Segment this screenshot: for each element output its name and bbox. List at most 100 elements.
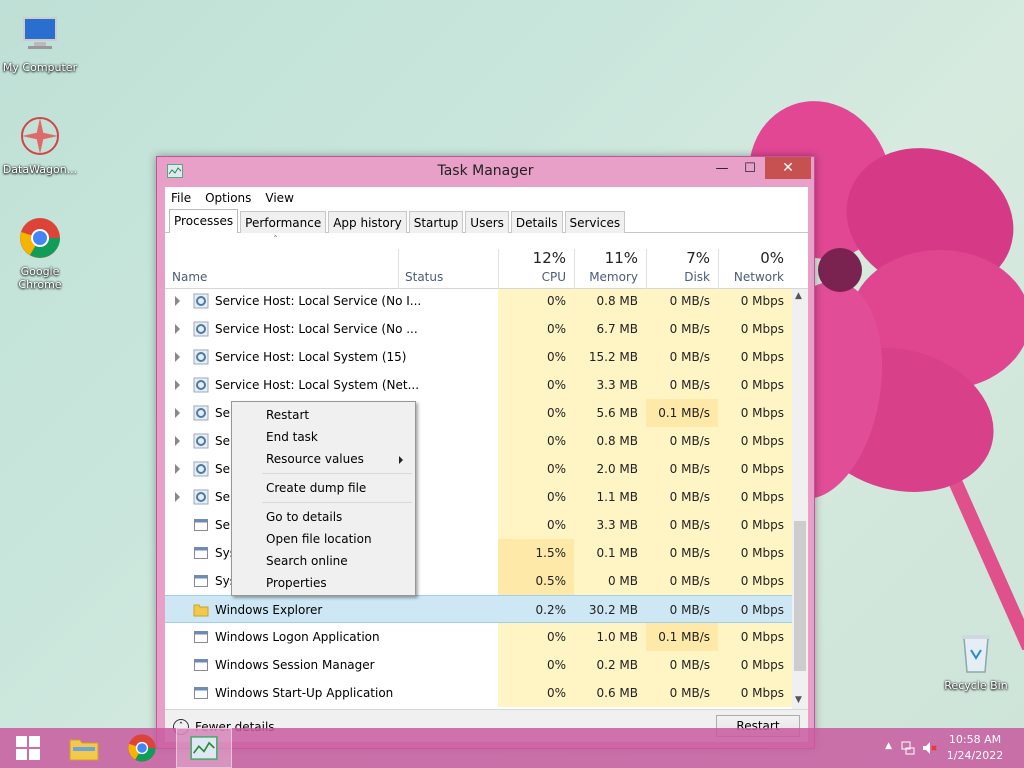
ctx-go-to-details[interactable]: Go to details — [234, 506, 413, 528]
taskbar-file-explorer[interactable] — [56, 728, 112, 768]
cpu-label: CPU — [541, 270, 566, 284]
memory-percent: 11% — [604, 249, 638, 267]
ctx-restart[interactable]: Restart — [234, 404, 413, 426]
desktop-icon-label: My Computer — [2, 61, 78, 74]
process-memory: 0.8 MB — [574, 289, 646, 315]
desktop-icon-datawagon[interactable]: DataWagon... — [0, 114, 80, 176]
desktop-icon-recycle-bin[interactable]: Recycle Bin — [936, 630, 1016, 692]
table-row[interactable]: Windows Start-Up Application 0% 0.6 MB 0 MB… — [165, 679, 792, 707]
process-disk: 0 MB/s — [646, 427, 718, 455]
scroll-up-icon[interactable]: ▲ — [795, 291, 802, 301]
tab-performance[interactable]: Performance — [240, 211, 327, 233]
folder-icon — [193, 604, 209, 617]
ctx-resource-values[interactable]: Resource values — [234, 448, 413, 470]
process-name: Windows Explorer — [215, 603, 323, 617]
tab-details[interactable]: Details — [510, 211, 563, 233]
title-bar[interactable]: Task Manager — ☐ ✕ — [157, 157, 814, 187]
desktop-icon-my-computer[interactable]: My Computer — [0, 12, 80, 74]
header-disk[interactable]: 7% Disk — [646, 233, 718, 289]
taskbar-chrome[interactable] — [114, 728, 170, 768]
process-network: 0 Mbps — [740, 603, 784, 617]
datawagon-icon — [21, 117, 59, 155]
expand-chevron-icon[interactable] — [175, 380, 180, 390]
process-disk: 0 MB/s — [646, 567, 718, 595]
process-network: 0 Mbps — [718, 679, 792, 707]
gear-icon — [193, 405, 209, 421]
scroll-down-icon[interactable]: ▼ — [795, 695, 802, 705]
start-button[interactable] — [0, 728, 56, 768]
process-network: 0 Mbps — [718, 315, 792, 343]
ctx-search-online[interactable]: Search online — [234, 550, 413, 572]
process-name: Windows Logon Application — [215, 630, 380, 644]
process-name: Service Host: Local Service (No ... — [215, 322, 418, 336]
expand-chevron-icon[interactable] — [175, 296, 180, 306]
process-network: 0 Mbps — [718, 511, 792, 539]
process-name: Service Host: Local Service (No I... — [215, 294, 422, 308]
vertical-scrollbar[interactable]: ▲ ▼ — [792, 289, 808, 709]
expand-chevron-icon[interactable] — [175, 436, 180, 446]
process-disk: 0 MB/s — [646, 511, 718, 539]
tab-startup[interactable]: Startup — [408, 211, 464, 233]
close-button[interactable]: ✕ — [765, 157, 811, 179]
ctx-open-file-location[interactable]: Open file location — [234, 528, 413, 550]
ctx-properties[interactable]: Properties — [234, 572, 413, 594]
volume-muted-icon[interactable] — [922, 740, 938, 756]
header-cpu[interactable]: 12% CPU — [498, 233, 574, 289]
taskbar-task-manager[interactable] — [176, 728, 232, 768]
tab-processes[interactable]: Processes — [169, 209, 239, 233]
submenu-arrow-icon — [399, 456, 403, 464]
clock[interactable]: 10:58 AM 1/24/2022 — [942, 732, 1008, 764]
process-name: Windows Start-Up Application — [215, 686, 394, 700]
window-app-icon — [194, 631, 208, 643]
tab-app-history[interactable]: App history — [328, 211, 407, 233]
table-row[interactable]: Service Host: Local System (15) 0% 15.2 MB… — [165, 343, 792, 371]
tab-users[interactable]: Users — [465, 211, 509, 233]
header-memory[interactable]: 11% Memory — [574, 233, 646, 289]
process-memory: 5.6 MB — [574, 399, 646, 427]
expand-chevron-icon[interactable] — [175, 408, 180, 418]
process-network: 0 Mbps — [718, 399, 792, 427]
sort-caret-icon: ˆ — [273, 235, 278, 246]
maximize-button[interactable]: ☐ — [736, 157, 764, 179]
menu-options[interactable]: Options — [205, 191, 251, 205]
expand-chevron-icon[interactable] — [175, 492, 180, 502]
header-network[interactable]: 0% Network — [718, 233, 792, 289]
menu-view[interactable]: View — [265, 191, 293, 205]
header-name[interactable]: ˆ Name — [165, 233, 398, 289]
folder-icon — [69, 739, 99, 761]
show-hidden-icons-icon[interactable]: ▲ — [885, 741, 892, 751]
header-status[interactable]: Status — [398, 233, 498, 289]
process-memory: 0.1 MB — [574, 539, 646, 567]
table-row[interactable]: Windows Session Manager 0% 0.2 MB 0 MB/s 0 M… — [165, 651, 792, 679]
process-disk: 0 MB/s — [646, 651, 718, 679]
table-row[interactable]: Service Host: Local System (Net... 0% 3.3 … — [165, 371, 792, 399]
process-network: 0 Mbps — [718, 539, 792, 567]
ctx-end-task[interactable]: End task — [234, 426, 413, 448]
expand-chevron-icon[interactable] — [175, 464, 180, 474]
process-memory: 0.8 MB — [574, 427, 646, 455]
header-name-label: Name — [172, 270, 208, 284]
header-status-label: Status — [405, 270, 444, 284]
desktop-icon-google-chrome[interactable]: Google Chrome — [0, 216, 80, 291]
menu-file[interactable]: File — [171, 191, 191, 205]
network-icon[interactable] — [900, 740, 916, 756]
table-row[interactable]: Windows Logon Application 0% 1.0 MB 0.1 MB/… — [165, 623, 792, 651]
tab-services[interactable]: Services — [564, 211, 626, 233]
ctx-create-dump-file[interactable]: Create dump file — [234, 477, 413, 499]
recycle-bin-icon — [962, 635, 990, 673]
expand-chevron-icon[interactable] — [175, 352, 180, 362]
minimize-button[interactable]: — — [708, 157, 736, 179]
process-disk: 0 MB/s — [646, 483, 718, 511]
menu-bar: File Options View — [165, 187, 808, 209]
gear-icon — [193, 461, 209, 477]
process-cpu: 0% — [498, 399, 574, 427]
scrollbar-thumb[interactable] — [794, 521, 806, 671]
table-row[interactable]: Service Host: Local Service (No ... 0% 6.7… — [165, 315, 792, 343]
process-memory: 3.3 MB — [574, 371, 646, 399]
table-row[interactable]: Service Host: Local Service (No I... 0% 0.… — [165, 289, 792, 315]
clock-date: 1/24/2022 — [946, 749, 1004, 762]
gear-icon — [193, 433, 209, 449]
process-disk: 0 MB/s — [669, 603, 710, 617]
table-row[interactable]: Windows Explorer 0.2% 30.2 MB 0 MB/s 0 Mbps — [165, 595, 792, 623]
expand-chevron-icon[interactable] — [175, 324, 180, 334]
